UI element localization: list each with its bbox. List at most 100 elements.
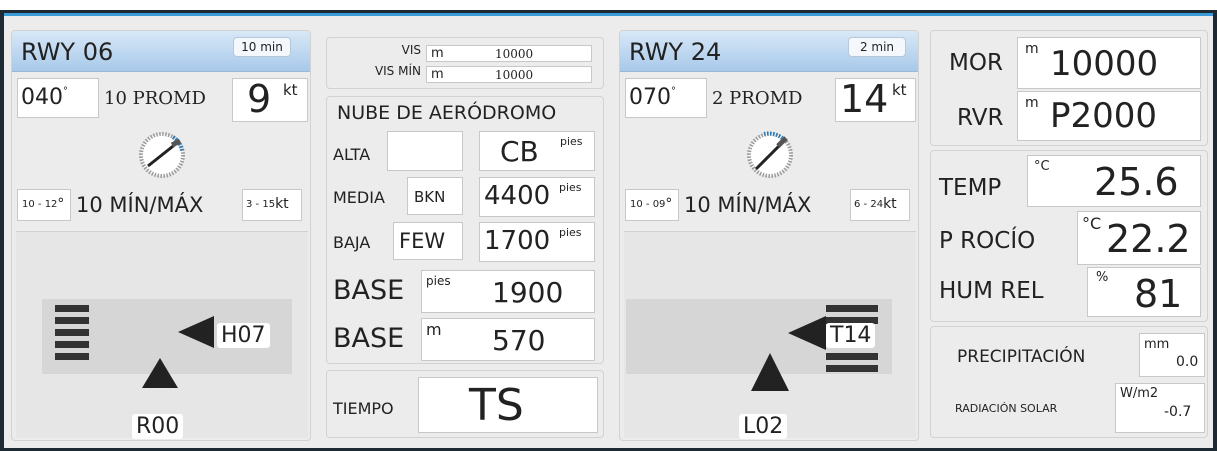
rwy06-panel: RWY 06 10 min 040° 10 PROMD 9 kt 10 - 12… [11,30,311,441]
rwy24-direction-unit: ° [671,85,676,97]
rwy06-direction-value: 040° [21,85,68,110]
rwy06-max-range-value: 3 - 15 [246,199,276,210]
alta-unit: pies [560,135,583,148]
rwy06-speed-number: 9 [247,77,272,121]
radiation-box: W/m2 -0.7 [1115,383,1205,433]
alta-value-box: CB pies [479,131,595,171]
rwy06-threshold-bar-5 [55,353,89,360]
weather-value-box: TS [418,377,598,433]
rwy24-max-range-value: 6 - 24 [854,199,884,210]
mor-value: 10000 [1050,44,1159,84]
alta-label: ALTA [333,145,371,164]
base2-box: m 570 [421,318,595,361]
rwy06-speed-box: 9 kt [232,77,308,122]
frame-left-border [0,13,4,451]
media-label: MEDIA [333,188,385,207]
mor-rvr-panel: MOR m 10000 RVR m P2000 [930,30,1208,146]
cloud-panel: NUBE DE AERÓDROMO ALTA CB pies MEDIA BKN… [326,96,604,364]
base2-unit: m [426,320,442,339]
rwy24-min-range-value: 10 - 09 [630,199,666,210]
temp-unit: °C [1034,159,1050,174]
rwy06-speed-unit: kt [283,81,298,99]
rwy24-max-range-box: 6 - 24kt [850,189,910,221]
media-cover: BKN [414,188,446,206]
vis-label: VIS [401,43,421,57]
rwy24-speed-unit: kt [892,81,907,99]
rwy06-min-range-box: 10 - 12° [17,189,71,221]
weather-value: TS [469,380,524,431]
humidity-unit: % [1096,270,1109,285]
base2-value: 570 [492,324,546,357]
rwy24-direction-number: 070 [629,85,671,110]
temp-humidity-panel: TEMP °C 25.6 P ROCÍO °C 22.2 HUM REL % 8… [930,150,1208,322]
visibility-panel: VIS m 10000 VIS MÍN m 10000 [326,37,604,89]
base2-label: BASE [333,323,405,354]
alta-value: CB [500,135,539,168]
rwy06-wind-dial [139,132,185,178]
baja-label: BAJA [333,233,371,252]
rwy06-headwind-tag: H07 [217,323,270,348]
radiation-unit: W/m2 [1120,386,1159,401]
rwy24-headwind-arrow-icon [788,316,826,350]
radiation-value: -0.7 [1164,404,1192,420]
temp-value: 25.6 [1094,160,1179,204]
rwy24-average-label: 2 PROMD [712,88,803,109]
baja-cover: FEW [399,229,446,253]
rwy06-threshold-bar-2 [55,317,89,324]
rwy24-crosswind-arrow-icon [751,353,789,391]
humidity-box: % 81 [1087,267,1201,317]
precip-value: 0.0 [1176,354,1199,370]
rwy06-threshold-bar-4 [55,341,89,348]
rwy06-direction-number: 040 [21,85,63,110]
rwy06-min-range-unit: ° [57,196,65,212]
radiation-label: RADIACIÓN SOLAR [955,402,1058,415]
rwy24-threshold-bar-3 [826,353,878,360]
vis-field[interactable]: m 10000 [426,45,592,62]
rwy06-crosswind-arrow-icon [142,358,178,388]
media-value: 4400 [484,181,551,211]
rwy06-period-badge[interactable]: 10 min [233,37,291,57]
base1-label: BASE [333,275,405,306]
rvr-value: P2000 [1050,96,1158,136]
rwy24-minmax-label: 10 MÍN/MÁX [684,193,812,217]
humidity-value: 81 [1134,272,1183,316]
rwy24-speed-box: 14 kt [835,77,916,122]
rwy06-headwind-arrow-icon [178,316,214,348]
rwy06-min-range: 10 - 12° [22,196,65,215]
dewpoint-box: °C 22.2 [1077,211,1201,265]
rwy24-threshold-bar-4 [826,365,878,372]
weather-panel: TIEMPO TS [326,370,604,438]
rwy06-threshold-bar-1 [55,305,89,312]
rwy06-direction-box: 040° [17,78,99,118]
rwy24-max-range: 6 - 24kt [854,196,897,215]
vis-unit: m [431,46,444,61]
baja-value: 1700 [484,226,551,256]
precip-unit: mm [1144,337,1170,352]
baja-cover-box: FEW [393,222,463,260]
rwy06-header: RWY 06 10 min [12,31,310,72]
rwy06-threshold-bar-3 [55,329,89,336]
base1-unit: pies [426,274,451,288]
weather-label: TIEMPO [333,399,394,418]
media-cover-box: BKN [407,177,463,215]
rwy24-direction-value: 070° [629,85,676,110]
rwy06-crosswind-tag: R00 [132,414,184,439]
rvr-box: m P2000 [1017,91,1201,141]
rwy24-threshold-bar-1 [826,305,878,312]
rwy24-title: RWY 24 [629,38,722,66]
vismin-field[interactable]: m 10000 [426,66,592,83]
rwy24-min-range-unit: ° [665,196,673,212]
mor-unit: m [1025,41,1039,57]
baja-unit: pies [559,226,582,239]
humidity-label: HUM REL [939,278,1044,304]
temp-box: °C 25.6 [1027,155,1201,207]
rwy24-period-badge[interactable]: 2 min [848,37,906,57]
rwy06-average-label: 10 PROMD [104,88,206,109]
mor-box: m 10000 [1017,37,1201,89]
precip-label: PRECIPITACIÓN [957,347,1086,367]
alta-cover-box [387,131,463,171]
vis-value: 10000 [495,47,534,61]
dewpoint-label: P ROCÍO [939,228,1036,254]
rwy24-header: RWY 24 2 min [620,31,918,72]
dewpoint-unit: °C [1082,214,1102,233]
